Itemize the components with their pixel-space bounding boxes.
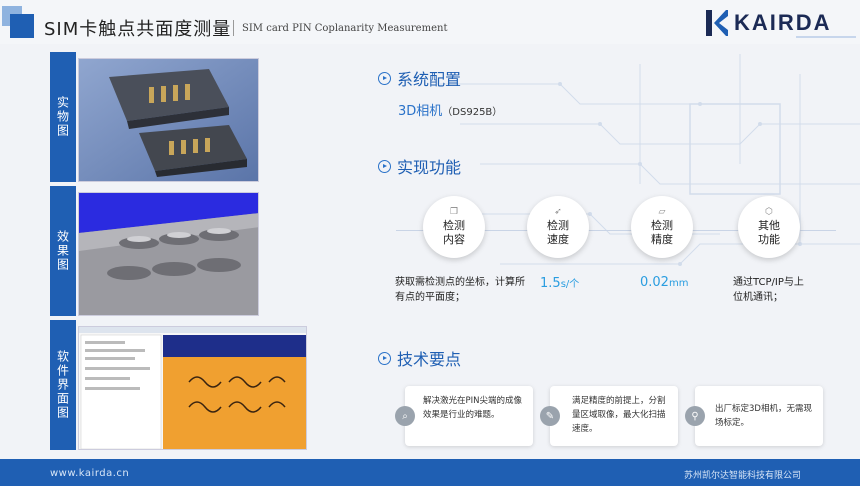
camera-name: 3D相机 — [398, 104, 443, 119]
tech-card: ✎ 满足精度的前提上，分割量区域取像，最大化扫描速度。 — [540, 386, 678, 446]
title-divider — [233, 20, 234, 36]
function-label: 检测精度 — [651, 219, 673, 246]
kairda-logo: KAIRDA — [704, 8, 844, 38]
function-speed-value: 1.5s/个 — [540, 275, 579, 291]
rocket-icon: ➶ — [554, 207, 562, 217]
tech-card: ⚲ 出厂标定3D相机，无需现场标定。 — [685, 386, 823, 446]
speed-unit: s/个 — [560, 279, 580, 290]
function-precision-circle: ▱ 检测精度 — [631, 196, 693, 258]
function-label: 检测内容 — [443, 219, 465, 246]
function-speed-circle: ➶ 检测速度 — [527, 196, 589, 258]
3d-render-surface — [79, 193, 258, 315]
tech-text: 解决激光在PIN尖端的成像效果是行业的难题。 — [423, 396, 522, 420]
ruler-icon: ▱ — [658, 207, 666, 217]
footer-bar: www.kairda.cn 苏州凯尔达智能科技有限公司 — [0, 459, 860, 486]
panel-label: 实物图 — [55, 96, 70, 138]
function-precision-value: 0.02mm — [640, 275, 688, 290]
panel-label: 软件界面图 — [55, 350, 70, 420]
logo-underline — [796, 36, 856, 38]
play-circle-icon — [378, 159, 391, 173]
copy-icon: ❐ — [449, 207, 459, 217]
panel-label: 效果图 — [55, 230, 70, 272]
header-bar: SIM卡触点共面度测量 SIM card PIN Coplanarity Mea… — [0, 0, 860, 44]
sim-holder-photo — [79, 59, 258, 181]
function-label: 其他功能 — [758, 219, 780, 246]
function-other-circle: ⬡ 其他功能 — [738, 196, 800, 258]
logo-text: KAIRDA — [734, 10, 832, 35]
software-screenshot — [78, 326, 307, 450]
corner-decor-dark — [10, 14, 34, 38]
function-content-desc: 获取需检测点的坐标，计算所有点的平面度； — [395, 277, 525, 303]
tech-section-heading: 技术要点 — [378, 346, 461, 370]
logo-mark-icon — [706, 10, 728, 36]
config-title: 系统配置 — [397, 70, 462, 89]
panel-tab-photo: 实物图 — [50, 52, 76, 182]
function-label: 检测速度 — [547, 219, 569, 246]
cube-icon: ⬡ — [765, 207, 773, 217]
footer-url: www.kairda.cn — [50, 468, 130, 479]
page-subtitle: SIM card PIN Coplanarity Measurement — [242, 23, 448, 34]
search-icon: ⌕ — [395, 406, 415, 426]
page-title: SIM卡触点共面度测量 — [44, 19, 232, 40]
play-circle-icon — [378, 71, 391, 85]
function-other-desc: 通过TCP/IP与上位机通讯； — [733, 277, 804, 303]
precision-number: 0.02 — [640, 275, 669, 290]
pin-icon: ⚲ — [685, 406, 705, 426]
camera-model: （DS925B） — [442, 107, 503, 118]
software-ui-thumbnail — [79, 327, 306, 449]
panel-tab-render: 效果图 — [50, 186, 76, 316]
render-image — [78, 192, 259, 316]
precision-unit: mm — [668, 278, 689, 289]
camera-info: 3D相机（DS925B） — [398, 100, 502, 119]
panel-tab-software: 软件界面图 — [50, 320, 76, 450]
tech-text: 满足精度的前提上，分割量区域取像，最大化扫描速度。 — [572, 396, 666, 434]
functions-title: 实现功能 — [397, 158, 462, 177]
product-photo — [78, 58, 259, 182]
footer-company: 苏州凯尔达智能科技有限公司 — [684, 471, 802, 481]
tech-text: 出厂标定3D相机，无需现场标定。 — [715, 404, 812, 428]
play-circle-icon — [378, 351, 391, 365]
tech-card: ⌕ 解决激光在PIN尖端的成像效果是行业的难题。 — [395, 386, 533, 446]
speed-number: 1.5 — [540, 276, 561, 291]
function-content-circle: ❐ 检测内容 — [423, 196, 485, 258]
config-section-heading: 系统配置 — [378, 66, 461, 90]
functions-section-heading: 实现功能 — [378, 154, 461, 178]
edit-icon: ✎ — [540, 406, 560, 426]
tech-title: 技术要点 — [397, 350, 462, 369]
